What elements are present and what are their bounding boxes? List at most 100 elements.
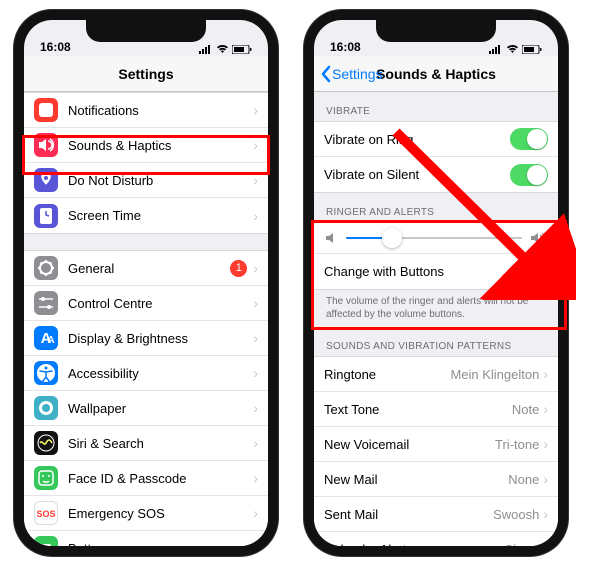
settings-row[interactable]: New MailNone› xyxy=(314,462,558,497)
chevron-right-icon: › xyxy=(253,540,258,546)
row-value: Swoosh xyxy=(493,507,539,522)
ringer-footer: The volume of the ringer and alerts will… xyxy=(314,290,558,327)
ringer-list: Change with Buttons xyxy=(314,222,558,290)
nav-title: Settings xyxy=(118,66,173,82)
status-icons xyxy=(199,45,252,54)
volume-slider-row xyxy=(314,223,558,254)
row-label: Calendar Alerts xyxy=(324,542,504,547)
settings-row[interactable]: Siri & Search› xyxy=(24,426,268,461)
volume-low-icon xyxy=(324,231,338,245)
row-label: Do Not Disturb xyxy=(68,173,253,188)
chevron-right-icon: › xyxy=(253,435,258,451)
row-label: Display & Brightness xyxy=(68,331,253,346)
wifi-icon xyxy=(506,45,519,54)
settings-row[interactable]: Text ToneNote› xyxy=(314,392,558,427)
battery-icon xyxy=(522,45,542,54)
dnd-icon xyxy=(34,168,58,192)
phone-left: 16:08 Settings Notifications›Sounds & Ha… xyxy=(14,10,278,556)
battery-icon xyxy=(232,45,252,54)
row-value: Mein Klingelton xyxy=(450,367,539,382)
row-label: Accessibility xyxy=(68,366,253,381)
settings-row[interactable]: Accessibility› xyxy=(24,356,268,391)
vibrate-row[interactable]: Vibrate on Silent xyxy=(314,157,558,192)
row-label: New Voicemail xyxy=(324,437,495,452)
general-icon xyxy=(34,256,58,280)
status-time: 16:08 xyxy=(40,40,71,54)
settings-row[interactable]: Do Not Disturb› xyxy=(24,163,268,198)
chevron-left-icon xyxy=(320,65,332,83)
toggle-switch[interactable] xyxy=(510,164,548,186)
nav-bar: Settings Sounds & Haptics xyxy=(314,56,558,92)
row-label: Emergency SOS xyxy=(68,506,253,521)
settings-row[interactable]: New VoicemailTri-tone› xyxy=(314,427,558,462)
toggle-switch[interactable] xyxy=(510,128,548,150)
settings-row[interactable]: Notifications› xyxy=(24,93,268,128)
chevron-right-icon: › xyxy=(253,365,258,381)
volume-slider[interactable] xyxy=(346,237,522,239)
row-value: Tri-tone xyxy=(495,437,539,452)
phone-right: 16:08 Settings Sounds & Haptics VIBRATE … xyxy=(304,10,568,556)
row-label: Battery xyxy=(68,541,253,547)
chevron-right-icon: › xyxy=(253,208,258,224)
row-label: Notifications xyxy=(68,103,253,118)
row-label: Wallpaper xyxy=(68,401,253,416)
chevron-right-icon: › xyxy=(543,541,548,546)
chevron-right-icon: › xyxy=(253,172,258,188)
settings-row[interactable]: Wallpaper› xyxy=(24,391,268,426)
nav-title: Sounds & Haptics xyxy=(376,66,496,82)
row-label: Change with Buttons xyxy=(324,264,510,279)
row-label: Face ID & Passcode xyxy=(68,471,253,486)
settings-row[interactable]: Sounds & Haptics› xyxy=(24,128,268,163)
settings-group-2: General1›Control Centre›AADisplay & Brig… xyxy=(24,250,268,546)
settings-row[interactable]: Screen Time› xyxy=(24,198,268,233)
vibrate-row[interactable]: Vibrate on Ring xyxy=(314,122,558,157)
chevron-right-icon: › xyxy=(543,366,548,382)
chevron-right-icon: › xyxy=(253,137,258,153)
row-label: Text Tone xyxy=(324,402,512,417)
back-button[interactable]: Settings xyxy=(320,56,383,91)
row-value: Note xyxy=(512,402,539,417)
screentime-icon xyxy=(34,204,58,228)
sounds-icon xyxy=(34,133,58,157)
screen: 16:08 Settings Sounds & Haptics VIBRATE … xyxy=(314,20,558,546)
slider-thumb[interactable] xyxy=(382,228,402,248)
svg-text:A: A xyxy=(47,335,54,346)
row-label: Sounds & Haptics xyxy=(68,138,253,153)
chevron-right-icon: › xyxy=(253,400,258,416)
row-label: Sent Mail xyxy=(324,507,493,522)
chevron-right-icon: › xyxy=(543,506,548,522)
settings-row[interactable]: Battery› xyxy=(24,531,268,546)
wifi-icon xyxy=(216,45,229,54)
row-value: Chord xyxy=(504,542,539,547)
row-label: Control Centre xyxy=(68,296,253,311)
settings-row[interactable]: Control Centre› xyxy=(24,286,268,321)
settings-row[interactable]: Face ID & Passcode› xyxy=(24,461,268,496)
faceid-icon xyxy=(34,466,58,490)
sos-icon: SOS xyxy=(34,501,58,525)
screen: 16:08 Settings Notifications›Sounds & Ha… xyxy=(24,20,268,546)
settings-row[interactable]: Sent MailSwoosh › xyxy=(314,497,558,532)
settings-row[interactable]: AA Display & Brightness› xyxy=(24,321,268,356)
change-with-buttons-row[interactable]: Change with Buttons xyxy=(314,254,558,289)
settings-row[interactable]: General1 › xyxy=(24,251,268,286)
vibrate-list: Vibrate on RingVibrate on Silent xyxy=(314,121,558,193)
chevron-right-icon: › xyxy=(253,470,258,486)
chevron-right-icon: › xyxy=(253,295,258,311)
display-icon: AA xyxy=(34,326,58,350)
settings-row[interactable]: SOSEmergency SOS› xyxy=(24,496,268,531)
svg-text:SOS: SOS xyxy=(36,509,55,519)
volume-high-icon xyxy=(530,231,548,245)
chevron-right-icon: › xyxy=(253,260,258,276)
section-sounds: SOUNDS AND VIBRATION PATTERNS xyxy=(314,327,558,356)
signal-icon xyxy=(489,45,503,54)
toggle-switch[interactable] xyxy=(510,261,548,283)
notification-badge: 1 xyxy=(230,260,247,277)
nav-bar: Settings xyxy=(24,56,268,92)
settings-row[interactable]: Calendar AlertsChord › xyxy=(314,532,558,546)
chevron-right-icon: › xyxy=(253,330,258,346)
settings-row[interactable]: RingtoneMein Klingelton› xyxy=(314,357,558,392)
chevron-right-icon: › xyxy=(253,102,258,118)
notifications-icon xyxy=(34,98,58,122)
battery-icon xyxy=(34,536,58,546)
row-label: General xyxy=(68,261,230,276)
